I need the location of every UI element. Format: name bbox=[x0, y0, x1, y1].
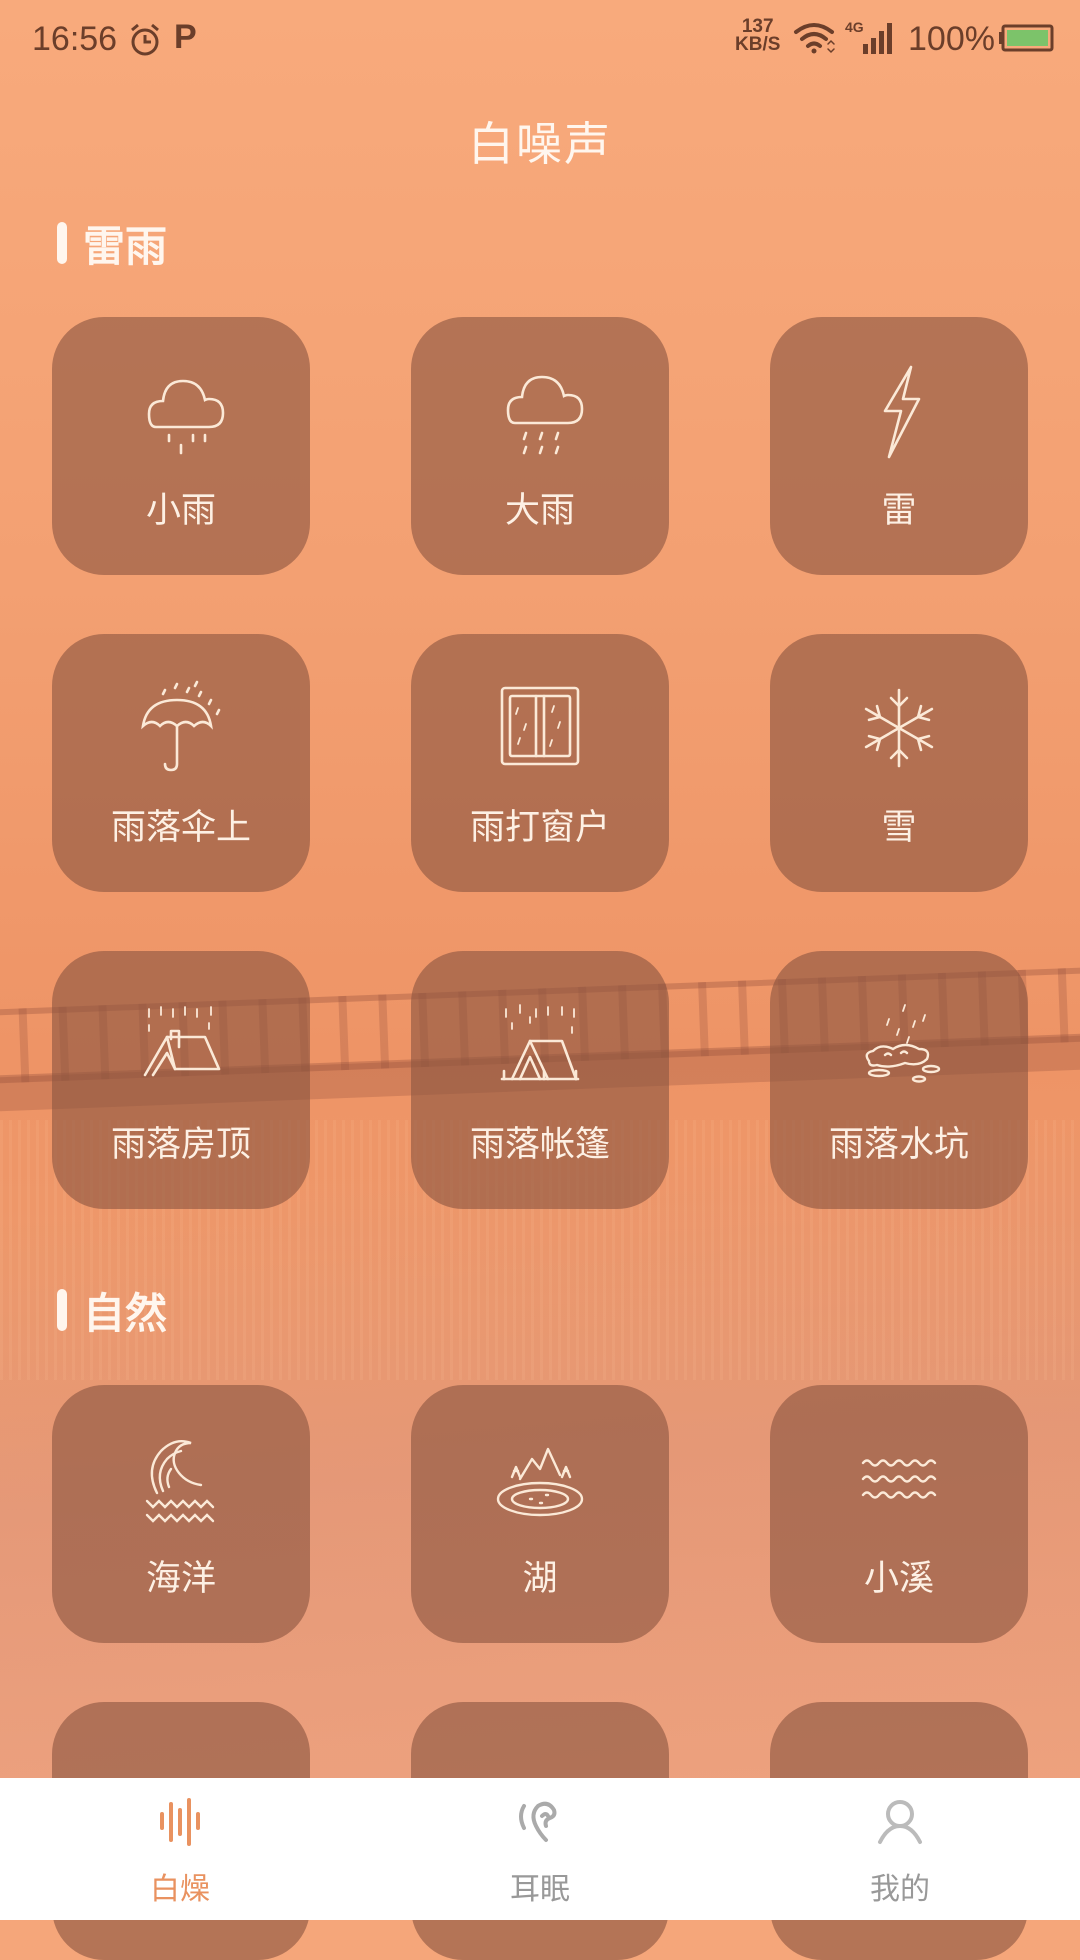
tent-rain-icon bbox=[490, 995, 590, 1095]
sound-card-rain-on-window[interactable]: 雨打窗户 bbox=[411, 634, 669, 892]
lightning-bolt-icon bbox=[849, 361, 949, 461]
heavy-rain-cloud-icon bbox=[490, 361, 590, 461]
wifi-icon bbox=[792, 20, 836, 56]
section-title: 雷雨 bbox=[83, 221, 168, 271]
sound-card-label: 大雨 bbox=[504, 491, 575, 531]
user-profile-icon bbox=[876, 1796, 924, 1848]
sound-card-lake[interactable]: 湖 bbox=[411, 1385, 669, 1643]
sound-card-thunder[interactable]: 雷 bbox=[770, 317, 1028, 575]
network-speed-unit: KB/S bbox=[735, 34, 781, 55]
sound-card-label: 雨打窗户 bbox=[469, 808, 610, 848]
puddle-rain-icon bbox=[849, 995, 949, 1095]
network-type: 4G bbox=[845, 19, 864, 35]
sound-card-rain-on-roof[interactable]: 雨落房顶 bbox=[52, 951, 310, 1209]
status-time: 16:56 bbox=[32, 20, 118, 58]
section-marker bbox=[57, 1289, 67, 1331]
tab-label: 耳眠 bbox=[510, 1872, 570, 1907]
tab-label: 我的 bbox=[870, 1872, 930, 1907]
page-title: 白噪声 bbox=[468, 117, 612, 171]
sound-card-label: 雨落水坑 bbox=[828, 1125, 969, 1165]
sound-card-rain-on-tent[interactable]: 雨落帐篷 bbox=[411, 951, 669, 1209]
sound-card-ocean[interactable]: 海洋 bbox=[52, 1385, 310, 1643]
alarm-clock-icon bbox=[128, 22, 162, 58]
sound-card-label: 小雨 bbox=[145, 491, 216, 531]
roof-rain-icon bbox=[131, 995, 231, 1095]
tab-profile[interactable]: 我的 bbox=[800, 1778, 1000, 1920]
section-title: 自然 bbox=[83, 1288, 168, 1338]
section-header-thunderstorm: 雷雨 bbox=[57, 221, 167, 271]
light-rain-cloud-icon bbox=[131, 361, 231, 461]
sound-card-rain-in-puddle[interactable]: 雨落水坑 bbox=[770, 951, 1028, 1209]
sound-card-label: 雨落伞上 bbox=[110, 808, 251, 848]
sound-card-stream[interactable]: 小溪 bbox=[770, 1385, 1028, 1643]
sound-wave-icon bbox=[156, 1796, 204, 1848]
bottom-tab-bar: 白燥 耳眠 我的 bbox=[0, 1778, 1080, 1920]
section-header-nature: 自然 bbox=[57, 1288, 167, 1338]
tab-ear-sleep[interactable]: 耳眠 bbox=[440, 1778, 640, 1920]
sound-card-label: 雨落房顶 bbox=[110, 1125, 251, 1165]
cellular-signal-icon: 4G bbox=[845, 18, 897, 56]
tab-label: 白燥 bbox=[150, 1872, 210, 1907]
ocean-wave-icon bbox=[131, 1429, 231, 1529]
snowflake-icon bbox=[849, 678, 949, 778]
sound-card-heavy-rain[interactable]: 大雨 bbox=[411, 317, 669, 575]
sound-card-rain-on-umbrella[interactable]: 雨落伞上 bbox=[52, 634, 310, 892]
battery-fill bbox=[1007, 30, 1048, 46]
window-rain-icon bbox=[490, 678, 590, 778]
umbrella-rain-icon bbox=[131, 678, 231, 778]
network-speed: 137 KB/S bbox=[735, 17, 781, 55]
tab-white-noise[interactable]: 白燥 bbox=[80, 1778, 280, 1920]
sound-card-label: 雷 bbox=[881, 491, 917, 531]
ear-icon bbox=[516, 1796, 564, 1848]
sound-card-label: 雪 bbox=[881, 808, 917, 848]
section-marker bbox=[57, 222, 67, 264]
lake-mountain-icon bbox=[490, 1429, 590, 1529]
sound-card-snow[interactable]: 雪 bbox=[770, 634, 1028, 892]
sound-card-light-rain[interactable]: 小雨 bbox=[52, 317, 310, 575]
battery-percent: 100% bbox=[908, 20, 995, 58]
p-app-icon: P bbox=[174, 18, 197, 56]
sound-card-label: 小溪 bbox=[863, 1559, 934, 1599]
sound-card-label: 湖 bbox=[522, 1559, 558, 1599]
stream-waves-icon bbox=[849, 1429, 949, 1529]
status-bar: 16:56 P 137 KB/S 4G 100% bbox=[0, 0, 1080, 80]
battery-icon bbox=[998, 24, 1054, 52]
sound-card-label: 雨落帐篷 bbox=[469, 1125, 610, 1165]
sound-card-label: 海洋 bbox=[145, 1559, 216, 1599]
